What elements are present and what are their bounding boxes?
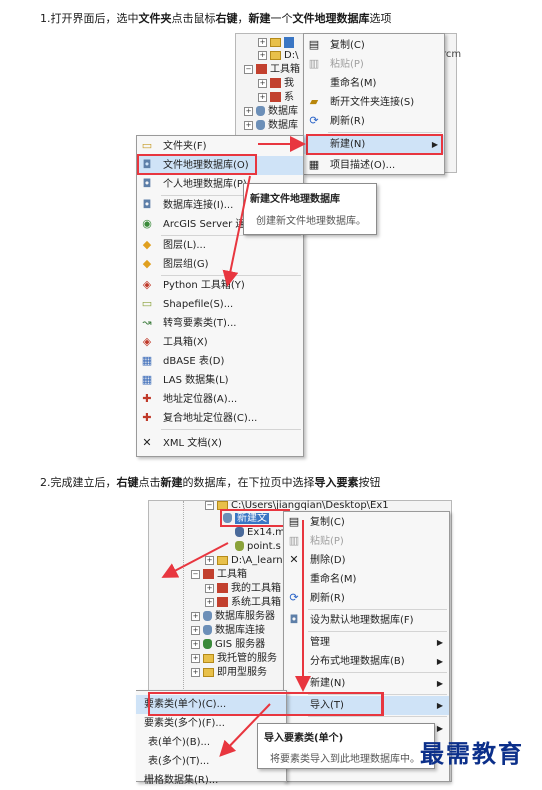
annotation-arrows xyxy=(161,136,311,757)
arrow-to-feature-class xyxy=(219,703,271,757)
watermark-logo: 最需教育 xyxy=(420,739,524,768)
arrow-from-file-gdb xyxy=(222,175,251,287)
arrow-to-gdb-node xyxy=(161,542,229,578)
